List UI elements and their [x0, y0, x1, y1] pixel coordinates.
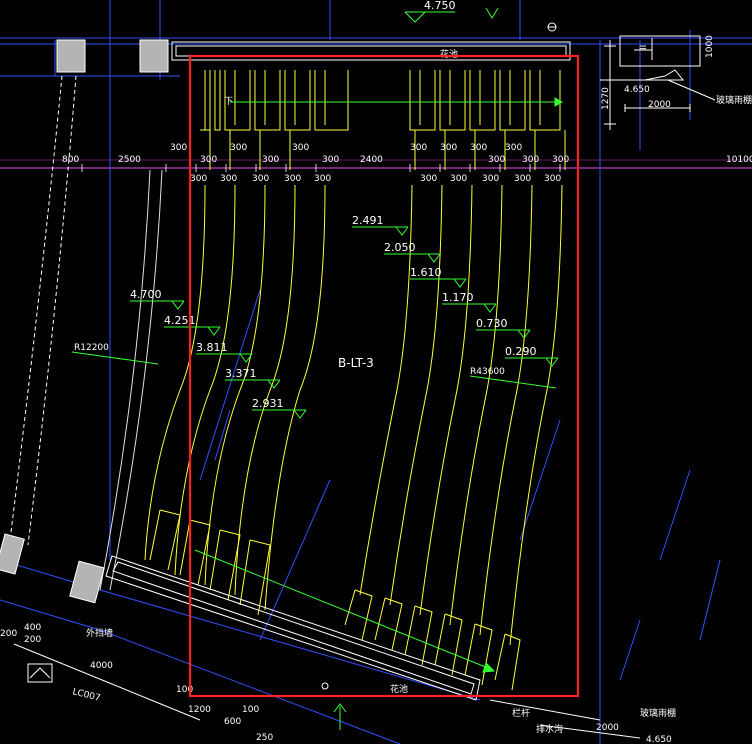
svg-text:400: 400 — [24, 623, 41, 633]
radius-right-label: R43600 — [470, 367, 505, 377]
column-pads — [0, 39, 169, 604]
svg-text:300: 300 — [220, 174, 237, 184]
levels-left: 4.700 4.251 3.811 3.371 2.931 — [130, 288, 284, 410]
svg-text:1.610: 1.610 — [410, 266, 442, 279]
top-flower-bed — [171, 41, 571, 61]
svg-text:200: 200 — [0, 629, 17, 639]
svg-text:250: 250 — [256, 733, 273, 743]
svg-text:3.811: 3.811 — [196, 341, 228, 354]
svg-text:300: 300 — [488, 155, 505, 165]
svg-text:0.290: 0.290 — [505, 345, 537, 358]
svg-text:300: 300 — [544, 174, 561, 184]
right-elevation: 4.650 — [624, 85, 650, 95]
svg-text:800: 800 — [62, 155, 79, 165]
outer-arc-left — [9, 75, 77, 546]
svg-text:2.050: 2.050 — [384, 241, 416, 254]
svg-text:0.730: 0.730 — [476, 317, 508, 330]
dims-top-row: 800 2500 300 300 300 300 300 300 2400 30… — [62, 143, 752, 165]
svg-text:200: 200 — [24, 635, 41, 645]
lc-label: LC007 — [71, 687, 101, 704]
svg-text:300: 300 — [292, 143, 309, 153]
bottom-walk-arrow — [194, 549, 496, 673]
right-height-dim: 1000 — [705, 35, 715, 58]
svg-text:300: 300 — [262, 155, 279, 165]
svg-text:300: 300 — [450, 174, 467, 184]
bottom-flower-bed — [105, 555, 481, 701]
levels-right: 2.491 2.050 1.610 1.170 0.730 0.290 — [352, 214, 537, 358]
flower-bed-top-label: 花池 — [440, 48, 458, 60]
svg-text:300: 300 — [200, 155, 217, 165]
bottom-canopy-label: 玻璃雨棚 — [640, 707, 676, 719]
bottom-elev-marker — [333, 703, 347, 730]
right-canopy-label: 玻璃雨棚 — [716, 94, 752, 106]
dims-second-row: 300 300 300 300 300 300 300 300 300 300 — [190, 174, 561, 184]
rail-label: 栏杆 — [512, 707, 530, 719]
svg-text:3.371: 3.371 — [225, 367, 257, 380]
down-arrow-label: 下 — [224, 97, 233, 107]
svg-text:300: 300 — [482, 174, 499, 184]
bottom-dims: 100 1200 600 100 250 4000 400 200 200 — [0, 623, 273, 743]
curved-steps — [144, 184, 563, 646]
svg-text:300: 300 — [470, 143, 487, 153]
svg-text:1.170: 1.170 — [442, 291, 474, 304]
survey-point-icon — [321, 682, 329, 690]
svg-text:300: 300 — [230, 143, 247, 153]
right-width-dim: 2000 — [648, 100, 671, 110]
cad-drawing-canvas[interactable]: 花池 下 800 2500 300 300 300 300 300 300 24… — [0, 0, 752, 744]
svg-text:600: 600 — [224, 717, 241, 727]
svg-text:100: 100 — [242, 705, 259, 715]
radius-left-label: R12200 — [74, 343, 109, 353]
lc-marker — [13, 643, 201, 721]
bottom-step-comb — [149, 509, 521, 691]
section-mark: II — [639, 45, 649, 50]
svg-text:300: 300 — [190, 174, 207, 184]
svg-text:300: 300 — [440, 143, 457, 153]
curb-arc-left — [99, 169, 163, 591]
bottom-right-elev: 4.650 — [646, 735, 672, 744]
svg-text:4000: 4000 — [90, 661, 113, 671]
right-annotations — [600, 35, 716, 130]
svg-text:300: 300 — [170, 143, 187, 153]
svg-text:300: 300 — [514, 174, 531, 184]
svg-text:300: 300 — [522, 155, 539, 165]
svg-text:300: 300 — [552, 155, 569, 165]
svg-text:2.931: 2.931 — [252, 397, 284, 410]
svg-text:10100: 10100 — [726, 155, 752, 165]
svg-text:300: 300 — [284, 174, 301, 184]
svg-text:4.700: 4.700 — [130, 288, 162, 301]
right-height-dim2: 1270 — [601, 87, 611, 110]
bottom-right-dim: 2000 — [596, 723, 619, 733]
outer-wall-label: 外挡墙 — [86, 627, 113, 639]
svg-text:300: 300 — [252, 174, 269, 184]
svg-text:2500: 2500 — [118, 155, 141, 165]
svg-text:300: 300 — [314, 174, 331, 184]
svg-text:300: 300 — [505, 143, 522, 153]
svg-text:300: 300 — [410, 143, 427, 153]
svg-text:2.491: 2.491 — [352, 214, 384, 227]
svg-text:300: 300 — [420, 174, 437, 184]
flower-bed-bottom-label: 花池 — [390, 683, 408, 695]
area-label: B-LT-3 — [338, 356, 374, 370]
svg-text:300: 300 — [322, 155, 339, 165]
svg-text:1200: 1200 — [188, 705, 211, 715]
svg-text:2400: 2400 — [360, 155, 383, 165]
top-elevation: 4.750 — [424, 0, 456, 12]
top-marker-icon — [547, 22, 557, 32]
drain-label: 排水沟 — [536, 723, 563, 735]
